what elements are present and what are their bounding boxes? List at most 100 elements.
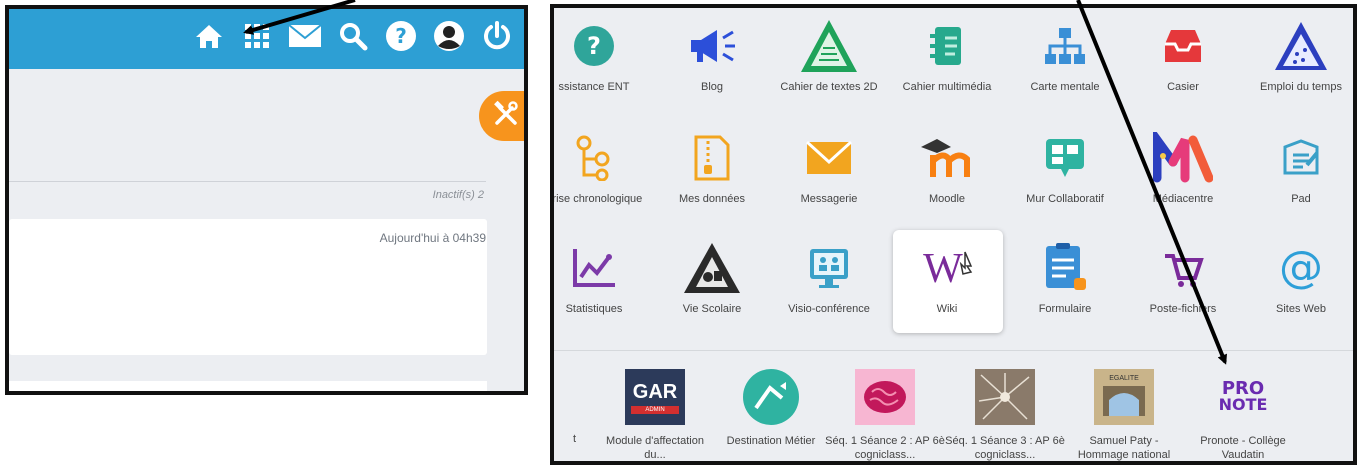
resource-label: Destination Métier (726, 435, 816, 447)
resource-thumbnail (740, 368, 802, 426)
mail-icon[interactable] (288, 19, 322, 53)
hammer-wrench-icon (492, 100, 520, 133)
resource-thumbnail: GAR ADMIN (624, 368, 686, 426)
resource-thumbnail (974, 368, 1036, 426)
resource-thumbnail (854, 368, 916, 426)
app-mur-collaboratif[interactable]: Mur Collaboratif (1010, 128, 1120, 207)
app-label: Wiki (936, 303, 958, 315)
power-icon[interactable] (480, 19, 514, 53)
svg-text:W: W (923, 246, 963, 290)
search-icon[interactable] (336, 19, 370, 53)
app-label: Médiacentre (1152, 193, 1214, 205)
app-label: Mur Collaboratif (1026, 193, 1104, 205)
resource-thumbnail: PRO NOTE (1218, 378, 1268, 414)
timeline-icon (564, 128, 624, 188)
app-casier[interactable]: Casier (1128, 16, 1238, 95)
pad-icon (1271, 128, 1331, 188)
app-blog[interactable]: Blog (657, 16, 767, 95)
inbox-tray-icon (1153, 16, 1213, 76)
svg-text:@: @ (1279, 244, 1323, 292)
form-icon (1035, 238, 1095, 298)
app-mediacentre[interactable]: Médiacentre (1128, 128, 1238, 207)
app-moodle[interactable]: Moodle (892, 128, 1002, 207)
app-visio-conference[interactable]: Visio-conférence (774, 238, 884, 317)
activity-card-partial[interactable] (9, 381, 487, 391)
app-label: Formulaire (1038, 303, 1092, 315)
question-circle-icon: ? (564, 16, 624, 76)
resource-gar[interactable]: GAR ADMIN Module d'affectation du... (594, 368, 716, 461)
moodle-icon (917, 128, 977, 188)
app-pad[interactable]: Pad (1246, 128, 1353, 207)
top-navigation-bar: ? (9, 9, 524, 69)
app-statistiques[interactable]: Statistiques (554, 238, 649, 317)
resource-destination-metier[interactable]: Destination Métier (710, 368, 832, 448)
app-label: Mes données (678, 193, 746, 205)
app-wiki[interactable]: W Wiki (892, 238, 1002, 317)
video-conference-icon (799, 238, 859, 298)
resource-label: Séq. 1 Séance 3 : AP 6è cogniclass... (945, 435, 1065, 461)
app-emploi-du-temps[interactable]: Emploi du temps (1246, 16, 1353, 95)
app-label: Poste-fichiers (1149, 303, 1217, 315)
activity-timestamp: Aujourd'hui à 04h39 (379, 231, 486, 245)
mindmap-icon (1035, 16, 1095, 76)
app-label: Statistiques (565, 303, 623, 315)
mediacentre-icon (1153, 128, 1213, 188)
resource-label: Séq. 1 Séance 2 : AP 6è cogniclass... (825, 435, 945, 461)
app-label: Frise chronologique (550, 193, 643, 205)
megaphone-icon (682, 16, 742, 76)
resource-seq1-seance3[interactable]: Séq. 1 Séance 3 : AP 6è cogniclass... (944, 368, 1066, 461)
cahier-textes-icon (799, 16, 859, 76)
wiki-icon: W (917, 238, 977, 298)
app-label: Pad (1291, 193, 1311, 205)
cahier-multimedia-icon (917, 16, 977, 76)
left-screenshot-panel: ? Inactif(s) 2 Aujourd'hui à 04h39 (5, 5, 528, 395)
app-label: Cahier multimédia (902, 81, 992, 93)
app-mes-donnees[interactable]: Mes données (657, 128, 767, 207)
zip-file-icon (682, 128, 742, 188)
cart-icon (1153, 238, 1213, 298)
resource-label: Module d'affectation du... (606, 435, 704, 461)
apps-grid-icon[interactable] (240, 19, 274, 53)
svg-text:?: ? (395, 24, 407, 48)
app-label: Cahier de textes 2D (780, 81, 878, 93)
app-formulaire[interactable]: Formulaire (1010, 238, 1120, 317)
app-label: Vie Scolaire (682, 303, 742, 315)
right-screenshot-panel: ? ssistance ENT Blog Cahier de textes 2D Cah… (550, 4, 1357, 465)
app-label: Messagerie (800, 193, 858, 205)
inactive-count: Inactif(s) 2 (432, 189, 484, 201)
app-label: Sites Web (1276, 303, 1326, 315)
resource-pronote[interactable]: PRO NOTE Pronote - Collège Vaudatin (1182, 368, 1304, 462)
app-messagerie[interactable]: Messagerie (774, 128, 884, 207)
app-vie-scolaire[interactable]: Vie Scolaire (657, 238, 767, 317)
app-poste-fichiers[interactable]: Poste-fichiers (1128, 238, 1238, 317)
app-assistance-ent[interactable]: ? ssistance ENT (554, 16, 649, 95)
resource-samuel-paty[interactable]: EGALITE Samuel Paty - Hommage national (1063, 368, 1185, 461)
board-icon (1035, 128, 1095, 188)
section-divider (9, 181, 486, 182)
resource-thumbnail: EGALITE (1093, 368, 1155, 426)
resources-separator (554, 350, 1353, 351)
vie-scolaire-icon (682, 238, 742, 298)
tools-button[interactable] (479, 91, 524, 141)
resource-seq1-seance2[interactable]: Séq. 1 Séance 2 : AP 6è cogniclass... (824, 368, 946, 461)
app-label: Moodle (928, 193, 966, 205)
user-icon[interactable] (432, 19, 466, 53)
envelope-icon (799, 128, 859, 188)
home-icon[interactable] (192, 19, 226, 53)
timetable-icon (1271, 16, 1331, 76)
app-frise-chronologique[interactable]: Frise chronologique (550, 128, 649, 207)
resource-label: Samuel Paty - Hommage national (1077, 435, 1171, 461)
resource-partial[interactable]: t (554, 366, 576, 446)
app-sites-web[interactable]: @ Sites Web (1246, 238, 1353, 317)
app-cahier-de-textes[interactable]: Cahier de textes 2D (774, 16, 884, 95)
app-carte-mentale[interactable]: Carte mentale (1010, 16, 1120, 95)
resource-label: Pronote - Collège Vaudatin (1200, 435, 1286, 461)
app-label: Blog (700, 81, 724, 93)
app-label: Casier (1167, 81, 1199, 93)
svg-text:?: ? (587, 32, 601, 60)
help-icon[interactable]: ? (384, 19, 418, 53)
line-chart-icon (564, 238, 624, 298)
app-label: Emploi du temps (1260, 81, 1342, 93)
app-label: ssistance ENT (558, 81, 630, 93)
app-cahier-multimedia[interactable]: Cahier multimédia (892, 16, 1002, 95)
